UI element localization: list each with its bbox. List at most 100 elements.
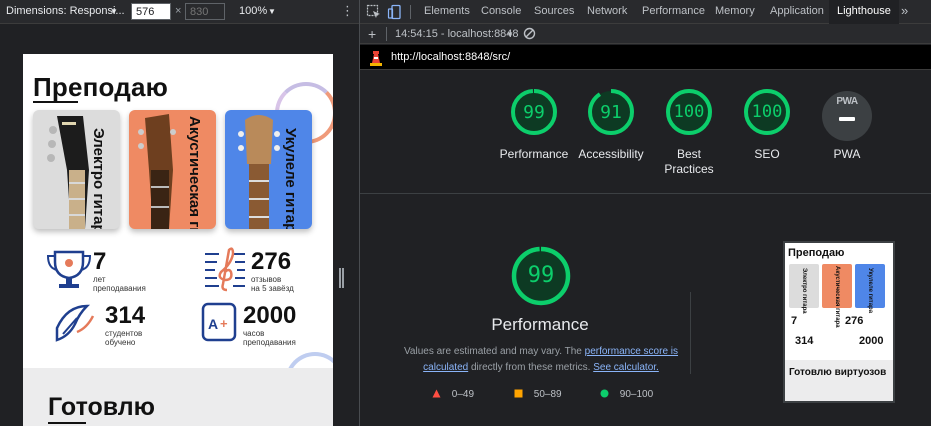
- stat-caption: обучено: [105, 338, 136, 347]
- gauge-label[interactable]: SEO: [727, 147, 807, 162]
- lighthouse-report: 99 Performance 91 Accessibility 100 Best…: [360, 70, 931, 426]
- gauge-score: 99: [527, 263, 555, 288]
- circle-icon: [600, 389, 609, 398]
- thumb-title-2: Готовлю виртуозов: [789, 367, 887, 378]
- trophy-icon: [46, 250, 92, 288]
- section-title-2: Готовлю: [48, 393, 156, 421]
- lighthouse-toolbar: + 14:54:15 - localhost:8848 ▼: [360, 24, 931, 44]
- tab-application[interactable]: Application: [770, 5, 824, 17]
- stat-caption: студентов: [105, 329, 143, 338]
- thumb-card-label: Электро гитара: [801, 268, 807, 314]
- gauge-label[interactable]: PWA: [807, 147, 887, 162]
- page-preview[interactable]: Преподаю Электро гитара Акустическая гит…: [23, 54, 333, 426]
- card-label: Электро гитара: [90, 128, 107, 229]
- stat-caption: лет: [93, 275, 106, 284]
- card-label: Акустическая гитара: [186, 116, 203, 229]
- tab-sources[interactable]: Sources: [534, 5, 574, 17]
- legend-range: 50–89: [533, 389, 562, 400]
- legend-range: 0–49: [451, 389, 475, 400]
- thumb-card: Акустическая гитара: [822, 264, 852, 328]
- clear-icon[interactable]: [523, 27, 536, 40]
- width-input[interactable]: [131, 3, 171, 20]
- toolbar-separator: [386, 27, 387, 41]
- stat-number: 314: [105, 302, 146, 329]
- gauge-seo[interactable]: 100: [743, 88, 791, 141]
- performance-heading: Performance: [491, 315, 589, 334]
- gauge-label[interactable]: Performance: [494, 147, 574, 162]
- gauge-label[interactable]: Best Practices: [656, 147, 722, 177]
- graduation-cap-icon: [55, 304, 95, 342]
- performance-description: Values are estimated and may vary. The p…: [400, 344, 682, 376]
- gauge-score: 91: [600, 102, 622, 123]
- devtools-tabbar: Elements Console Sources Network Perform…: [360, 0, 931, 24]
- tab-performance[interactable]: Performance: [642, 5, 705, 17]
- gauge-accessibility[interactable]: 91: [587, 88, 635, 141]
- more-options-icon[interactable]: ⋮: [341, 3, 354, 19]
- card-label: Укулеле гитара: [282, 128, 299, 229]
- stat-caption: часов: [243, 329, 265, 338]
- gauge-score: 99: [523, 102, 545, 123]
- thumb-card-label: Акустическая гитара: [834, 266, 840, 328]
- stat-number: 2000: [243, 302, 297, 329]
- viewport-resize-handle[interactable]: [339, 268, 344, 288]
- report-selector[interactable]: 14:54:15 - localhost:8848: [395, 28, 519, 40]
- card-ukulele[interactable]: Укулеле гитара: [225, 110, 312, 229]
- inspect-element-icon[interactable]: [366, 4, 382, 20]
- gauge-performance[interactable]: 99: [510, 88, 558, 141]
- zoom-dropdown[interactable]: 100%: [239, 5, 267, 17]
- stat-caption: отзывов: [251, 275, 282, 284]
- legend-item-average: 50–89: [514, 389, 562, 400]
- tab-memory[interactable]: Memory: [715, 5, 755, 17]
- tab-lighthouse[interactable]: Lighthouse: [829, 0, 899, 24]
- section-divider: [360, 193, 931, 194]
- height-input[interactable]: [185, 3, 225, 20]
- dimensions-dropdown[interactable]: Dimensions: Responsi...: [6, 5, 125, 17]
- stat-number: 276: [251, 248, 292, 275]
- calculator-link[interactable]: See calculator.: [593, 362, 659, 373]
- legend-item-fail: 0–49: [432, 389, 474, 400]
- device-toolbar: Dimensions: Responsi... ▼ × 100% ▼ ⋮: [0, 0, 359, 24]
- gauge-score: 100: [673, 102, 705, 122]
- section-title: Преподаю: [33, 72, 169, 102]
- more-tabs-icon[interactable]: »: [901, 3, 908, 18]
- device-toggle-icon[interactable]: [387, 4, 403, 20]
- lighthouse-url-bar: http://localhost:8848/src/: [360, 45, 931, 70]
- zoom-chevron-icon[interactable]: ▼: [268, 7, 276, 16]
- stat-caption: преподавания: [243, 338, 296, 347]
- title-underline-2: [48, 422, 86, 424]
- thumb-stat: 7: [791, 315, 798, 327]
- triangle-icon: [432, 389, 441, 398]
- title-underline: [33, 101, 78, 103]
- tab-network[interactable]: Network: [587, 5, 627, 17]
- thumb-stat: 2000: [859, 335, 884, 347]
- grade-a-plus-icon: A +: [201, 302, 237, 342]
- thumb-stat: 276: [845, 315, 864, 327]
- legend-range: 90–100: [619, 389, 654, 400]
- gauge-performance-large: 99: [511, 246, 571, 311]
- thumb-title: Преподаю: [788, 247, 845, 259]
- card-electric-guitar[interactable]: Электро гитара: [33, 110, 120, 229]
- tab-console[interactable]: Console: [481, 5, 521, 17]
- thumb-card: Укулеле гитара: [855, 264, 885, 313]
- final-screenshot-thumbnail[interactable]: Преподаю Электро гитара Акустическая гит…: [783, 241, 895, 403]
- svg-text:A: A: [208, 316, 218, 332]
- new-report-icon[interactable]: +: [368, 26, 376, 42]
- treble-clef-icon: [205, 247, 245, 292]
- section-vertical-divider: [690, 292, 691, 374]
- gauge-best-practices[interactable]: 100: [665, 88, 713, 141]
- stat-caption: на 5 завёзд: [251, 284, 294, 293]
- thumb-card: Электро гитара: [789, 264, 819, 314]
- tab-elements[interactable]: Elements: [424, 5, 470, 17]
- gauge-label[interactable]: Accessibility: [571, 147, 651, 162]
- card-acoustic-guitar[interactable]: Акустическая гитара: [129, 110, 216, 229]
- times-label: ×: [175, 5, 182, 17]
- chevron-down-icon[interactable]: ▼: [110, 7, 118, 16]
- toolbar-separator: [410, 5, 411, 19]
- report-chevron-icon[interactable]: ▼: [506, 30, 514, 39]
- audited-url[interactable]: http://localhost:8848/src/: [391, 51, 510, 63]
- square-icon: [514, 389, 523, 398]
- thumb-stat: 314: [795, 335, 814, 347]
- stat-caption: преподавания: [93, 284, 146, 293]
- desc-text: Values are estimated and may vary. The: [403, 346, 585, 357]
- gauge-pwa[interactable]: PWA: [821, 90, 873, 147]
